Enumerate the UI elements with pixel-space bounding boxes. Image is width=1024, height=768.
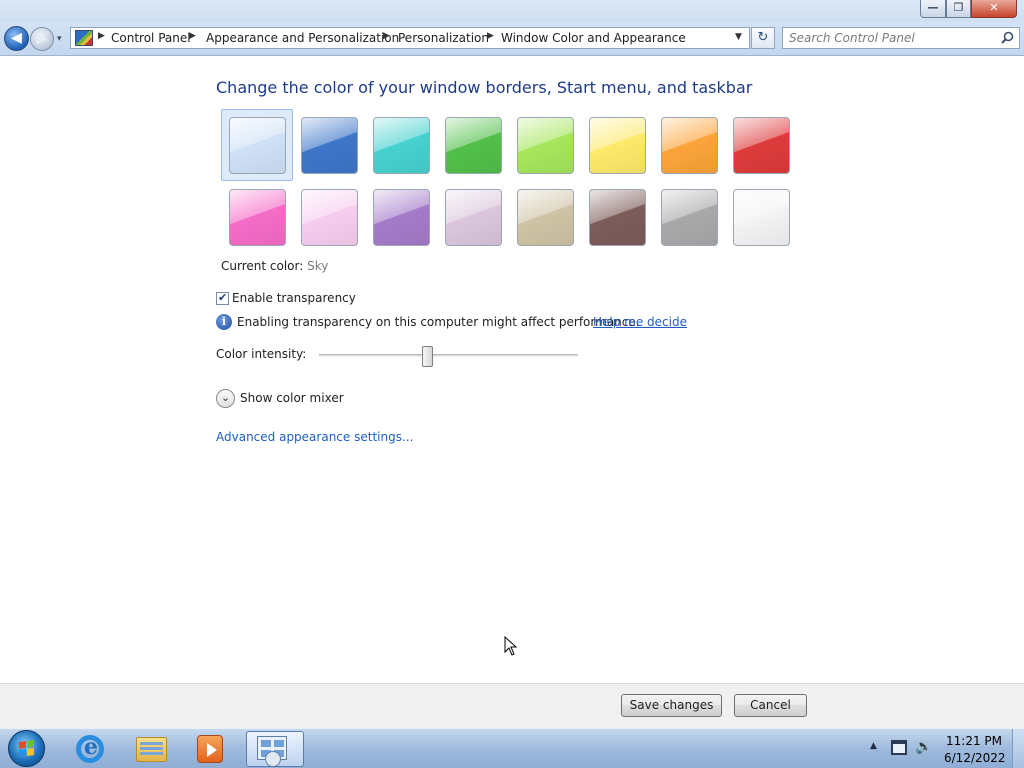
current-color-label: Current color: bbox=[221, 259, 304, 273]
refresh-icon: ↻ bbox=[757, 30, 769, 45]
swatch-gloss bbox=[374, 118, 429, 173]
breadcrumb-chevron-icon[interactable]: ▶ bbox=[383, 31, 390, 41]
color-intensity-label: Color intensity: bbox=[216, 347, 307, 361]
swatch-gloss bbox=[302, 118, 357, 173]
clock-time[interactable]: 11:21 PM bbox=[944, 734, 1004, 748]
page-title: Change the color of your window borders,… bbox=[216, 78, 753, 97]
back-button[interactable]: ◀ bbox=[4, 26, 29, 51]
info-text: Enabling transparency on this computer m… bbox=[237, 315, 640, 329]
navigation-bar: ◀ ▶ ▾ ▶ Control Panel ▶ Appearance and P… bbox=[0, 22, 1024, 56]
current-color-value: Sky bbox=[307, 259, 329, 273]
swatch-gloss bbox=[446, 118, 501, 173]
swatch-gloss bbox=[734, 190, 789, 245]
command-bar bbox=[0, 683, 1024, 728]
swatch-gloss bbox=[230, 118, 285, 173]
start-button[interactable] bbox=[8, 730, 45, 767]
help-me-decide-link[interactable]: Help me decide bbox=[593, 315, 687, 329]
swatch-gloss bbox=[302, 190, 357, 245]
swatch-gloss bbox=[518, 118, 573, 173]
search-input[interactable] bbox=[789, 31, 989, 45]
media-player-icon[interactable] bbox=[197, 735, 223, 763]
swatch-gloss bbox=[662, 118, 717, 173]
current-color: Current color: Sky bbox=[221, 259, 328, 273]
volume-icon[interactable]: 🔉 bbox=[915, 739, 932, 755]
advanced-appearance-settings-link[interactable]: Advanced appearance settings... bbox=[216, 430, 413, 444]
color-swatch-lavender[interactable] bbox=[445, 189, 502, 246]
swatch-gloss bbox=[662, 190, 717, 245]
swatch-gloss bbox=[446, 190, 501, 245]
color-swatch-violet[interactable] bbox=[373, 189, 430, 246]
swatch-gloss bbox=[590, 118, 645, 173]
color-swatch-taupe[interactable] bbox=[517, 189, 574, 246]
windows-explorer-icon[interactable] bbox=[136, 737, 167, 762]
windows-logo-icon bbox=[19, 739, 34, 758]
close-button[interactable]: ✕ bbox=[971, 0, 1017, 18]
search-box[interactable] bbox=[782, 27, 1020, 49]
color-swatch-sun[interactable] bbox=[589, 117, 646, 174]
breadcrumb-control-panel[interactable]: Control Panel bbox=[111, 31, 191, 45]
color-swatch-sky[interactable] bbox=[229, 117, 286, 174]
control-panel-icon bbox=[75, 30, 93, 46]
refresh-button[interactable]: ↻ bbox=[751, 27, 775, 49]
color-intensity-slider-thumb[interactable] bbox=[422, 346, 433, 367]
title-bar bbox=[0, 0, 1024, 22]
cancel-button[interactable]: Cancel bbox=[734, 694, 807, 717]
color-swatch-twilight[interactable] bbox=[301, 117, 358, 174]
swatch-gloss bbox=[734, 118, 789, 173]
swatch-gloss bbox=[374, 190, 429, 245]
back-arrow-icon: ◀ bbox=[11, 30, 22, 46]
breadcrumb-chevron-icon[interactable]: ▶ bbox=[487, 31, 494, 41]
save-changes-button[interactable]: Save changes bbox=[621, 694, 722, 717]
color-swatch-frost[interactable] bbox=[733, 189, 790, 246]
forward-arrow-icon: ▶ bbox=[36, 31, 48, 47]
forward-button[interactable]: ▶ bbox=[30, 27, 54, 51]
color-swatch-slate[interactable] bbox=[661, 189, 718, 246]
close-icon: ✕ bbox=[989, 1, 999, 14]
breadcrumb-window-color[interactable]: Window Color and Appearance bbox=[501, 31, 686, 45]
color-swatch-sea[interactable] bbox=[373, 117, 430, 174]
breadcrumb-appearance[interactable]: Appearance and Personalization bbox=[206, 31, 399, 45]
info-icon: i bbox=[216, 314, 232, 330]
address-dropdown-icon[interactable]: ▼ bbox=[735, 32, 742, 42]
network-icon[interactable] bbox=[891, 740, 907, 755]
swatch-gloss bbox=[230, 190, 285, 245]
control-panel-icon[interactable] bbox=[257, 736, 287, 767]
minimize-button[interactable]: — bbox=[920, 0, 946, 18]
internet-explorer-icon[interactable] bbox=[76, 734, 104, 763]
breadcrumb-chevron-icon[interactable]: ▶ bbox=[189, 31, 196, 41]
color-swatch-lime[interactable] bbox=[517, 117, 574, 174]
show-color-mixer-label[interactable]: Show color mixer bbox=[240, 391, 344, 405]
chevron-down-icon: ⌄ bbox=[220, 391, 231, 404]
show-color-mixer-button[interactable]: ⌄ bbox=[216, 389, 235, 408]
recent-pages-dropdown-icon[interactable]: ▾ bbox=[57, 34, 62, 44]
show-desktop-button[interactable] bbox=[1012, 729, 1024, 768]
mouse-cursor-icon bbox=[504, 636, 518, 656]
minimize-icon: — bbox=[927, 1, 939, 14]
address-bar[interactable]: ▶ Control Panel ▶ Appearance and Persona… bbox=[70, 27, 750, 49]
clock-date[interactable]: 6/12/2022 bbox=[944, 751, 1006, 765]
enable-transparency-label[interactable]: Enable transparency bbox=[232, 291, 356, 305]
color-swatch-chocolate[interactable] bbox=[589, 189, 646, 246]
breadcrumb-personalization[interactable]: Personalization bbox=[398, 31, 489, 45]
search-icon[interactable] bbox=[1001, 31, 1014, 44]
checkmark-icon: ✔ bbox=[218, 291, 228, 304]
color-swatch-ruby[interactable] bbox=[733, 117, 790, 174]
enable-transparency-checkbox[interactable]: ✔ bbox=[216, 291, 229, 305]
restore-button[interactable]: ❐ bbox=[946, 0, 971, 18]
swatch-gloss bbox=[518, 190, 573, 245]
color-swatch-leaf[interactable] bbox=[445, 117, 502, 174]
color-swatch-pumpkin[interactable] bbox=[661, 117, 718, 174]
color-swatch-fuchsia[interactable] bbox=[229, 189, 286, 246]
restore-icon: ❐ bbox=[953, 1, 964, 14]
breadcrumb-chevron-icon[interactable]: ▶ bbox=[98, 31, 105, 41]
show-hidden-icons-icon[interactable]: ▲ bbox=[870, 741, 877, 751]
swatch-gloss bbox=[590, 190, 645, 245]
color-swatch-blush[interactable] bbox=[301, 189, 358, 246]
color-intensity-slider-track[interactable] bbox=[319, 354, 578, 357]
